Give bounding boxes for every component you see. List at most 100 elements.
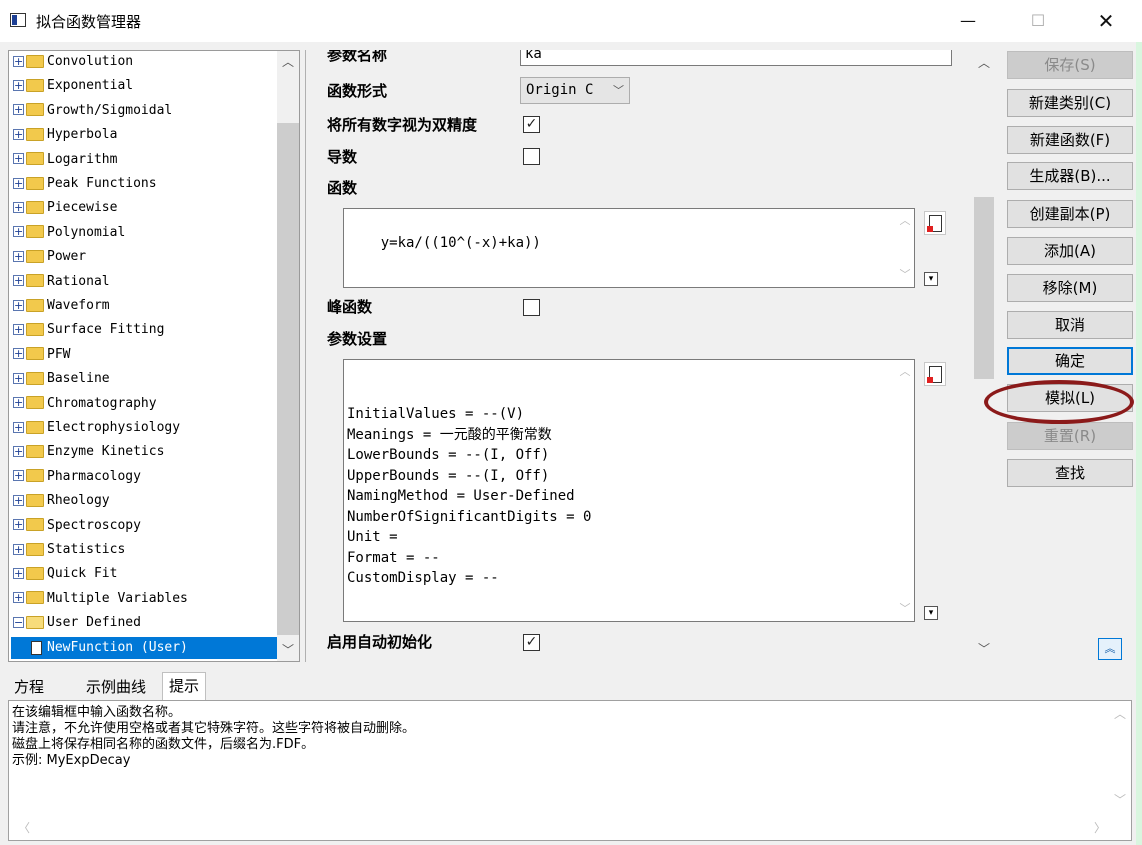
param-settings-editor[interactable]: InitialValues = --(V) Meanings = 一元酸的平衡常数… (343, 359, 915, 622)
expand-node-icon[interactable]: + (13, 567, 24, 579)
expand-node-icon[interactable]: + (13, 177, 24, 189)
new-category-button[interactable]: 新建类别(C) (1007, 89, 1133, 117)
tree-item[interactable]: + Quick Fit (13, 562, 117, 586)
expand-node-icon[interactable]: + (13, 153, 24, 165)
chevron-up-icon[interactable]: ︿ (1109, 705, 1131, 723)
tree-item[interactable]: + Peak Functions (13, 172, 157, 196)
expand-node-icon[interactable]: + (13, 201, 24, 213)
edit-params-icon[interactable] (924, 362, 946, 386)
tree-item[interactable]: + Enzyme Kinetics (13, 440, 164, 464)
expand-node-icon[interactable]: + (13, 275, 24, 287)
edit-function-icon[interactable] (924, 211, 946, 235)
tab-equation[interactable]: 方程 (8, 674, 50, 700)
chevron-up-icon[interactable]: ︿ (973, 54, 995, 72)
tree-item[interactable]: + Pharmacology (13, 465, 141, 489)
close-button[interactable]: ✕ (1083, 6, 1129, 36)
tree-item[interactable]: + Surface Fitting (13, 318, 164, 342)
collapse-icon[interactable]: ︽ (1098, 638, 1122, 660)
expand-node-icon[interactable]: + (13, 592, 24, 604)
expand-node-icon[interactable]: + (13, 128, 24, 140)
remove-button[interactable]: 移除(M) (1007, 274, 1133, 302)
expand-node-icon[interactable]: + (13, 299, 24, 311)
expand-node-icon[interactable]: + (13, 397, 24, 409)
hint-line: 示例: MyExpDecay (12, 753, 131, 768)
peak-function-checkbox[interactable] (523, 299, 540, 316)
function-editor-scrollbar[interactable]: ︿ ﹀ (896, 209, 914, 287)
hint-text-box[interactable]: 在该编辑框中输入函数名称。 请注意，不允许使用空格或者其它特殊字符。这些字符将被自… (8, 700, 1132, 841)
find-button[interactable]: 查找 (1007, 459, 1133, 487)
tree-item[interactable]: + Waveform (13, 294, 110, 318)
minimize-button[interactable]: — (945, 6, 991, 36)
param-settings-scrollbar[interactable]: ︿ ﹀ (896, 360, 914, 621)
tree-item[interactable]: + Statistics (13, 538, 125, 562)
auto-init-checkbox[interactable]: ✓ (523, 634, 540, 651)
expand-params-icon[interactable]: ▾ (924, 606, 938, 620)
cancel-button[interactable]: 取消 (1007, 311, 1133, 339)
window-edge (1136, 42, 1142, 845)
tree-item[interactable]: + Hyperbola (13, 123, 117, 147)
settings-scroll-thumb[interactable] (974, 197, 994, 379)
tree-item[interactable]: + Electrophysiology (13, 416, 180, 440)
tree-item[interactable]: + Rheology (13, 489, 110, 513)
ok-button[interactable]: 确定 (1007, 347, 1133, 375)
tree-scroll-thumb[interactable] (277, 123, 299, 635)
chevron-down-icon[interactable]: ﹀ (973, 640, 995, 658)
tree-item-label: Power (47, 249, 87, 265)
expand-node-icon[interactable]: + (13, 519, 24, 531)
tree-item[interactable]: + Piecewise (13, 196, 117, 220)
tree-item[interactable]: + Growth/Sigmoidal (13, 99, 172, 123)
double-precision-checkbox[interactable]: ✓ (523, 116, 540, 133)
tree-item-label: NewFunction (User) (47, 640, 188, 655)
simulate-button[interactable]: 模拟(L) (1007, 384, 1133, 412)
tree-item[interactable]: + Multiple Variables (13, 587, 188, 611)
expand-node-icon[interactable]: + (13, 372, 24, 384)
expand-node-icon[interactable]: + (13, 79, 24, 91)
chevron-down-icon[interactable]: ﹀ (277, 641, 299, 659)
add-button[interactable]: 添加(A) (1007, 237, 1133, 265)
function-editor[interactable]: y=ka/((10^(-x)+ka)) ︿ ﹀ (343, 208, 915, 288)
tree-item[interactable]: + Power (13, 245, 86, 269)
tab-sample-curve[interactable]: 示例曲线 (80, 674, 152, 700)
tree-item-label: Surface Fitting (47, 322, 165, 338)
duplicate-button[interactable]: 创建副本(P) (1007, 200, 1133, 228)
expand-node-icon[interactable]: + (13, 250, 24, 262)
collapse-node-icon[interactable]: − (13, 616, 24, 628)
tree-item[interactable]: + Baseline (13, 367, 110, 391)
expand-node-icon[interactable]: + (13, 348, 24, 360)
tree-item[interactable]: + Rational (13, 270, 110, 294)
reset-button[interactable]: 重置(R) (1007, 422, 1133, 450)
expand-node-icon[interactable]: + (13, 494, 24, 506)
tree-item[interactable]: + Exponential (13, 74, 133, 98)
param-names-field[interactable]: ka (520, 50, 952, 66)
derivative-checkbox[interactable] (523, 148, 540, 165)
tree-item[interactable]: + Spectroscopy (13, 514, 141, 538)
save-button[interactable]: 保存(S) (1007, 51, 1133, 79)
expand-node-icon[interactable]: + (13, 104, 24, 116)
expand-node-icon[interactable]: + (13, 470, 24, 482)
expand-node-icon[interactable]: + (13, 421, 24, 433)
expand-function-icon[interactable]: ▾ (924, 272, 938, 286)
chevron-down-icon[interactable]: ﹀ (1109, 791, 1131, 809)
expand-node-icon[interactable]: + (13, 445, 24, 457)
tree-item-label: Piecewise (47, 200, 118, 216)
function-form-select[interactable]: Origin C ﹀ (520, 77, 630, 104)
expand-node-icon[interactable]: + (13, 543, 24, 555)
chevron-right-icon[interactable]: 〉 (1089, 819, 1111, 837)
function-category-tree[interactable]: + Convolution + Exponential + Growth/Sigmoida… (8, 50, 300, 662)
expand-node-icon[interactable]: + (13, 55, 24, 67)
tree-item[interactable]: + Convolution (13, 51, 133, 74)
tab-hints[interactable]: 提示 (162, 672, 207, 700)
new-function-button[interactable]: 新建函数(F) (1007, 126, 1133, 154)
expand-node-icon[interactable]: + (13, 226, 24, 238)
tree-item[interactable]: + Logarithm (13, 148, 117, 172)
generator-button[interactable]: 生成器(B)... (1007, 162, 1133, 190)
tree-item-newfunction[interactable]: NewFunction (User) (11, 637, 277, 659)
chevron-left-icon[interactable]: 〈 (13, 819, 35, 837)
chevron-up-icon[interactable]: ︿ (277, 53, 299, 71)
tree-item[interactable]: + Chromatography (13, 392, 157, 416)
maximize-button[interactable]: ☐ (1015, 6, 1061, 36)
tree-item[interactable]: − User Defined (13, 611, 141, 635)
tree-item[interactable]: + Polynomial (13, 221, 125, 245)
expand-node-icon[interactable]: + (13, 323, 24, 335)
tree-item[interactable]: + PFW (13, 343, 70, 367)
